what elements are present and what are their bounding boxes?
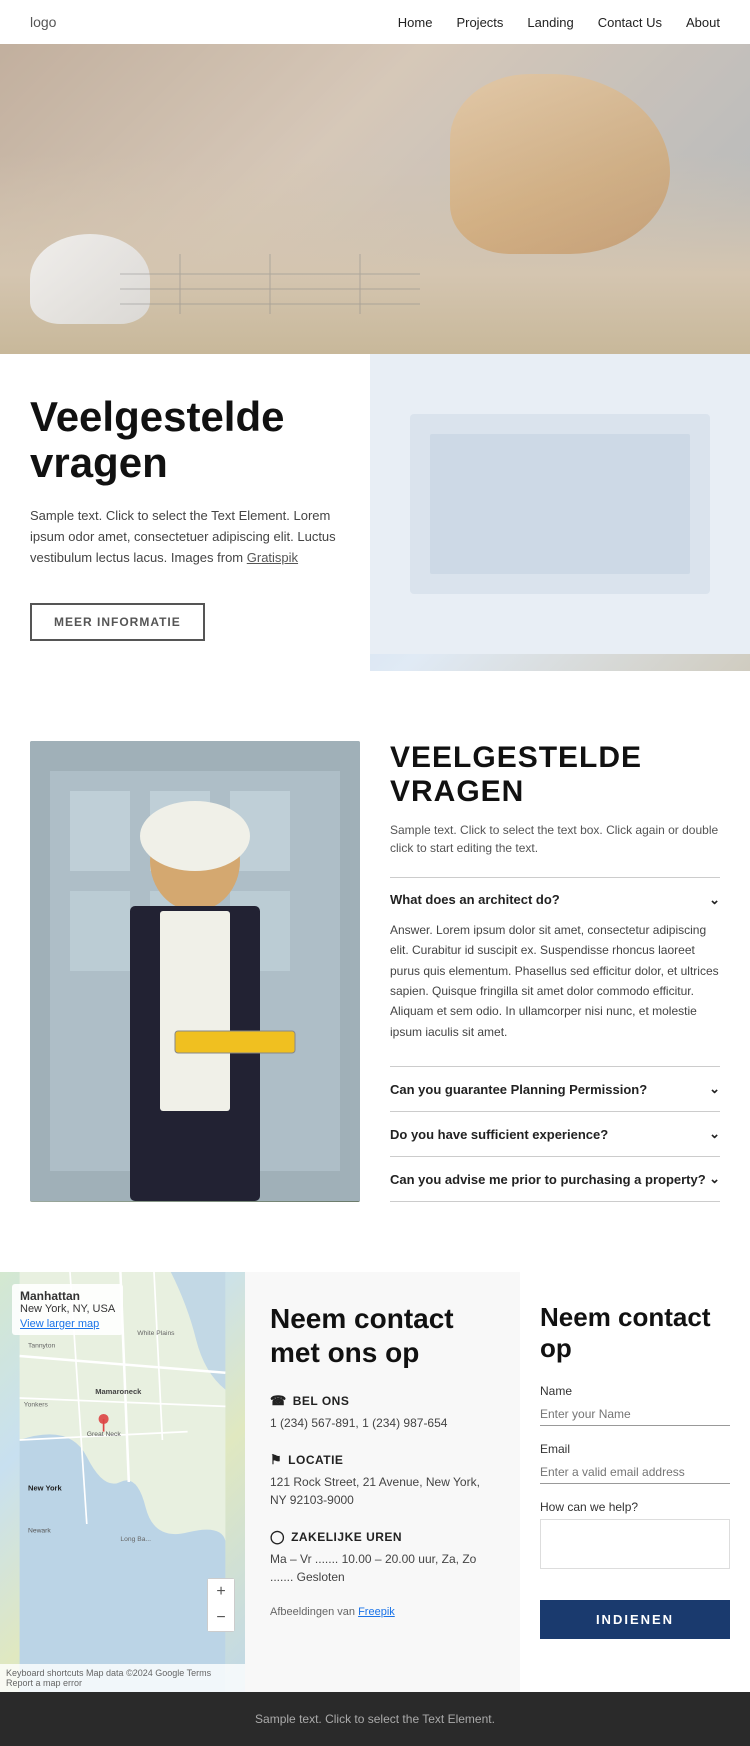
faq-chevron-4-icon: ⌄ [709,1171,720,1187]
contact-section: Tannyton White Plains Yonkers Mamaroneck… [0,1272,750,1692]
faq-heading: VEELGESTELDE VRAGEN [390,741,720,809]
faq-chevron-2-icon: ⌄ [709,1081,720,1097]
nav-contact[interactable]: Contact Us [598,15,662,30]
contact-map: Tannyton White Plains Yonkers Mamaroneck… [0,1272,245,1692]
svg-text:Long Ba...: Long Ba... [120,1536,151,1543]
faq-question-2: Can you guarantee Planning Permission? [390,1082,647,1097]
map-footer: Keyboard shortcuts Map data ©2024 Google… [0,1664,245,1692]
faq-answer-1: Answer. Lorem ipsum dolor sit amet, cons… [390,920,720,1052]
faq-item-3: Do you have sufficient experience? ⌄ [390,1111,720,1156]
logo: logo [30,14,56,30]
hero-blueprint-lines [120,254,420,314]
faq-subtitle: Sample text. Click to select the text bo… [390,821,720,857]
faq-intro-text: Veelgestelde vragen Sample text. Click t… [0,354,370,671]
map-location: New York, NY, USA [20,1303,115,1315]
contact-location-block: ⚑ LOCATIE 121 Rock Street, 21 Avenue, Ne… [270,1452,495,1509]
nav-landing[interactable]: Landing [527,15,573,30]
faq-intro-illustration [370,354,750,654]
faq-item-2: Can you guarantee Planning Permission? ⌄ [390,1066,720,1111]
contact-attribution: Afbeeldingen van Freepik [270,1606,495,1618]
view-larger-map-link[interactable]: View larger map [20,1318,115,1330]
help-form-group: How can we help? [540,1500,730,1574]
faq-question-3: Do you have sufficient experience? [390,1127,608,1142]
svg-text:White Plains: White Plains [137,1330,175,1337]
phone-icon: ☎ [270,1393,287,1409]
map-label: Manhattan New York, NY, USA View larger … [12,1284,123,1335]
contact-phone-number: 1 (234) 567-891, 1 (234) 987-654 [270,1414,495,1432]
navbar: logo Home Projects Landing Contact Us Ab… [0,0,750,44]
footer-text: Sample text. Click to select the Text El… [30,1712,720,1726]
contact-info-panel: Neem contact met ons op ☎ BEL ONS 1 (234… [245,1272,520,1692]
footer: Sample text. Click to select the Text El… [0,1692,750,1746]
faq-item-1: What does an architect do? ⌄ Answer. Lor… [390,877,720,1066]
nav-about[interactable]: About [686,15,720,30]
faq-item-4: Can you advise me prior to purchasing a … [390,1156,720,1202]
svg-text:Yonkers: Yonkers [24,1402,49,1409]
nav-links: Home Projects Landing Contact Us About [398,15,720,30]
faq-intro-body: Sample text. Click to select the Text El… [30,506,340,568]
faq-item-1-header[interactable]: What does an architect do? ⌄ [390,892,720,908]
contact-address: 121 Rock Street, 21 Avenue, New York, NY… [270,1473,495,1509]
faq-person-image [30,741,360,1202]
contact-hours-block: ◯ ZAKELIJKE UREN Ma – Vr ....... 10.00 –… [270,1529,495,1586]
name-label: Name [540,1384,730,1398]
map-zoom-controls: + − [207,1578,235,1632]
nav-home[interactable]: Home [398,15,433,30]
map-city: Manhattan [20,1289,115,1303]
faq-item-2-header[interactable]: Can you guarantee Planning Permission? ⌄ [390,1081,720,1097]
location-icon: ⚑ [270,1452,282,1468]
contact-form-heading: Neem contact op [540,1302,730,1364]
clock-icon: ◯ [270,1529,285,1545]
email-label: Email [540,1442,730,1456]
faq-item-4-header[interactable]: Can you advise me prior to purchasing a … [390,1171,720,1187]
faq-intro-heading: Veelgestelde vragen [30,394,340,486]
map-zoom-out-button[interactable]: − [208,1605,234,1631]
contact-phone-block: ☎ BEL ONS 1 (234) 567-891, 1 (234) 987-6… [270,1393,495,1432]
hero-image [0,44,750,354]
contact-info-heading: Neem contact met ons op [270,1302,495,1369]
svg-text:New York: New York [28,1484,62,1493]
freepik-link[interactable]: Freepik [358,1606,395,1618]
faq-question-1: What does an architect do? [390,892,560,907]
email-form-group: Email [540,1442,730,1484]
faq-chevron-3-icon: ⌄ [709,1126,720,1142]
contact-hours-text: Ma – Vr ....... 10.00 – 20.00 uur, Za, Z… [270,1550,495,1586]
faq-item-3-header[interactable]: Do you have sufficient experience? ⌄ [390,1126,720,1142]
name-form-group: Name [540,1384,730,1426]
faq-question-4: Can you advise me prior to purchasing a … [390,1172,706,1187]
contact-location-title: ⚑ LOCATIE [270,1452,495,1468]
email-input[interactable] [540,1461,730,1484]
submit-button[interactable]: INDIENEN [540,1600,730,1639]
building-background [30,741,360,1201]
faq-detail-section: VEELGESTELDE VRAGEN Sample text. Click t… [0,701,750,1242]
nav-projects[interactable]: Projects [456,15,503,30]
name-input[interactable] [540,1403,730,1426]
faq-chevron-1-icon: ⌄ [709,892,720,908]
faq-intro-section: Veelgestelde vragen Sample text. Click t… [0,354,750,671]
contact-form-panel: Neem contact op Name Email How can we he… [520,1272,750,1692]
gratispik-link[interactable]: Gratispik [247,550,298,565]
help-textarea[interactable] [540,1519,730,1569]
faq-right-content: VEELGESTELDE VRAGEN Sample text. Click t… [390,741,720,1202]
meer-informatie-button[interactable]: MEER INFORMATIE [30,603,205,641]
svg-text:Mamaroneck: Mamaroneck [95,1387,142,1396]
svg-text:Great Neck: Great Neck [87,1431,122,1438]
map-zoom-in-button[interactable]: + [208,1579,234,1605]
contact-hours-title: ◯ ZAKELIJKE UREN [270,1529,495,1545]
svg-text:Tannyton: Tannyton [28,1343,56,1350]
svg-text:Newark: Newark [28,1528,51,1535]
help-label: How can we help? [540,1500,730,1514]
contact-phone-title: ☎ BEL ONS [270,1393,495,1409]
faq-intro-image [370,354,750,671]
